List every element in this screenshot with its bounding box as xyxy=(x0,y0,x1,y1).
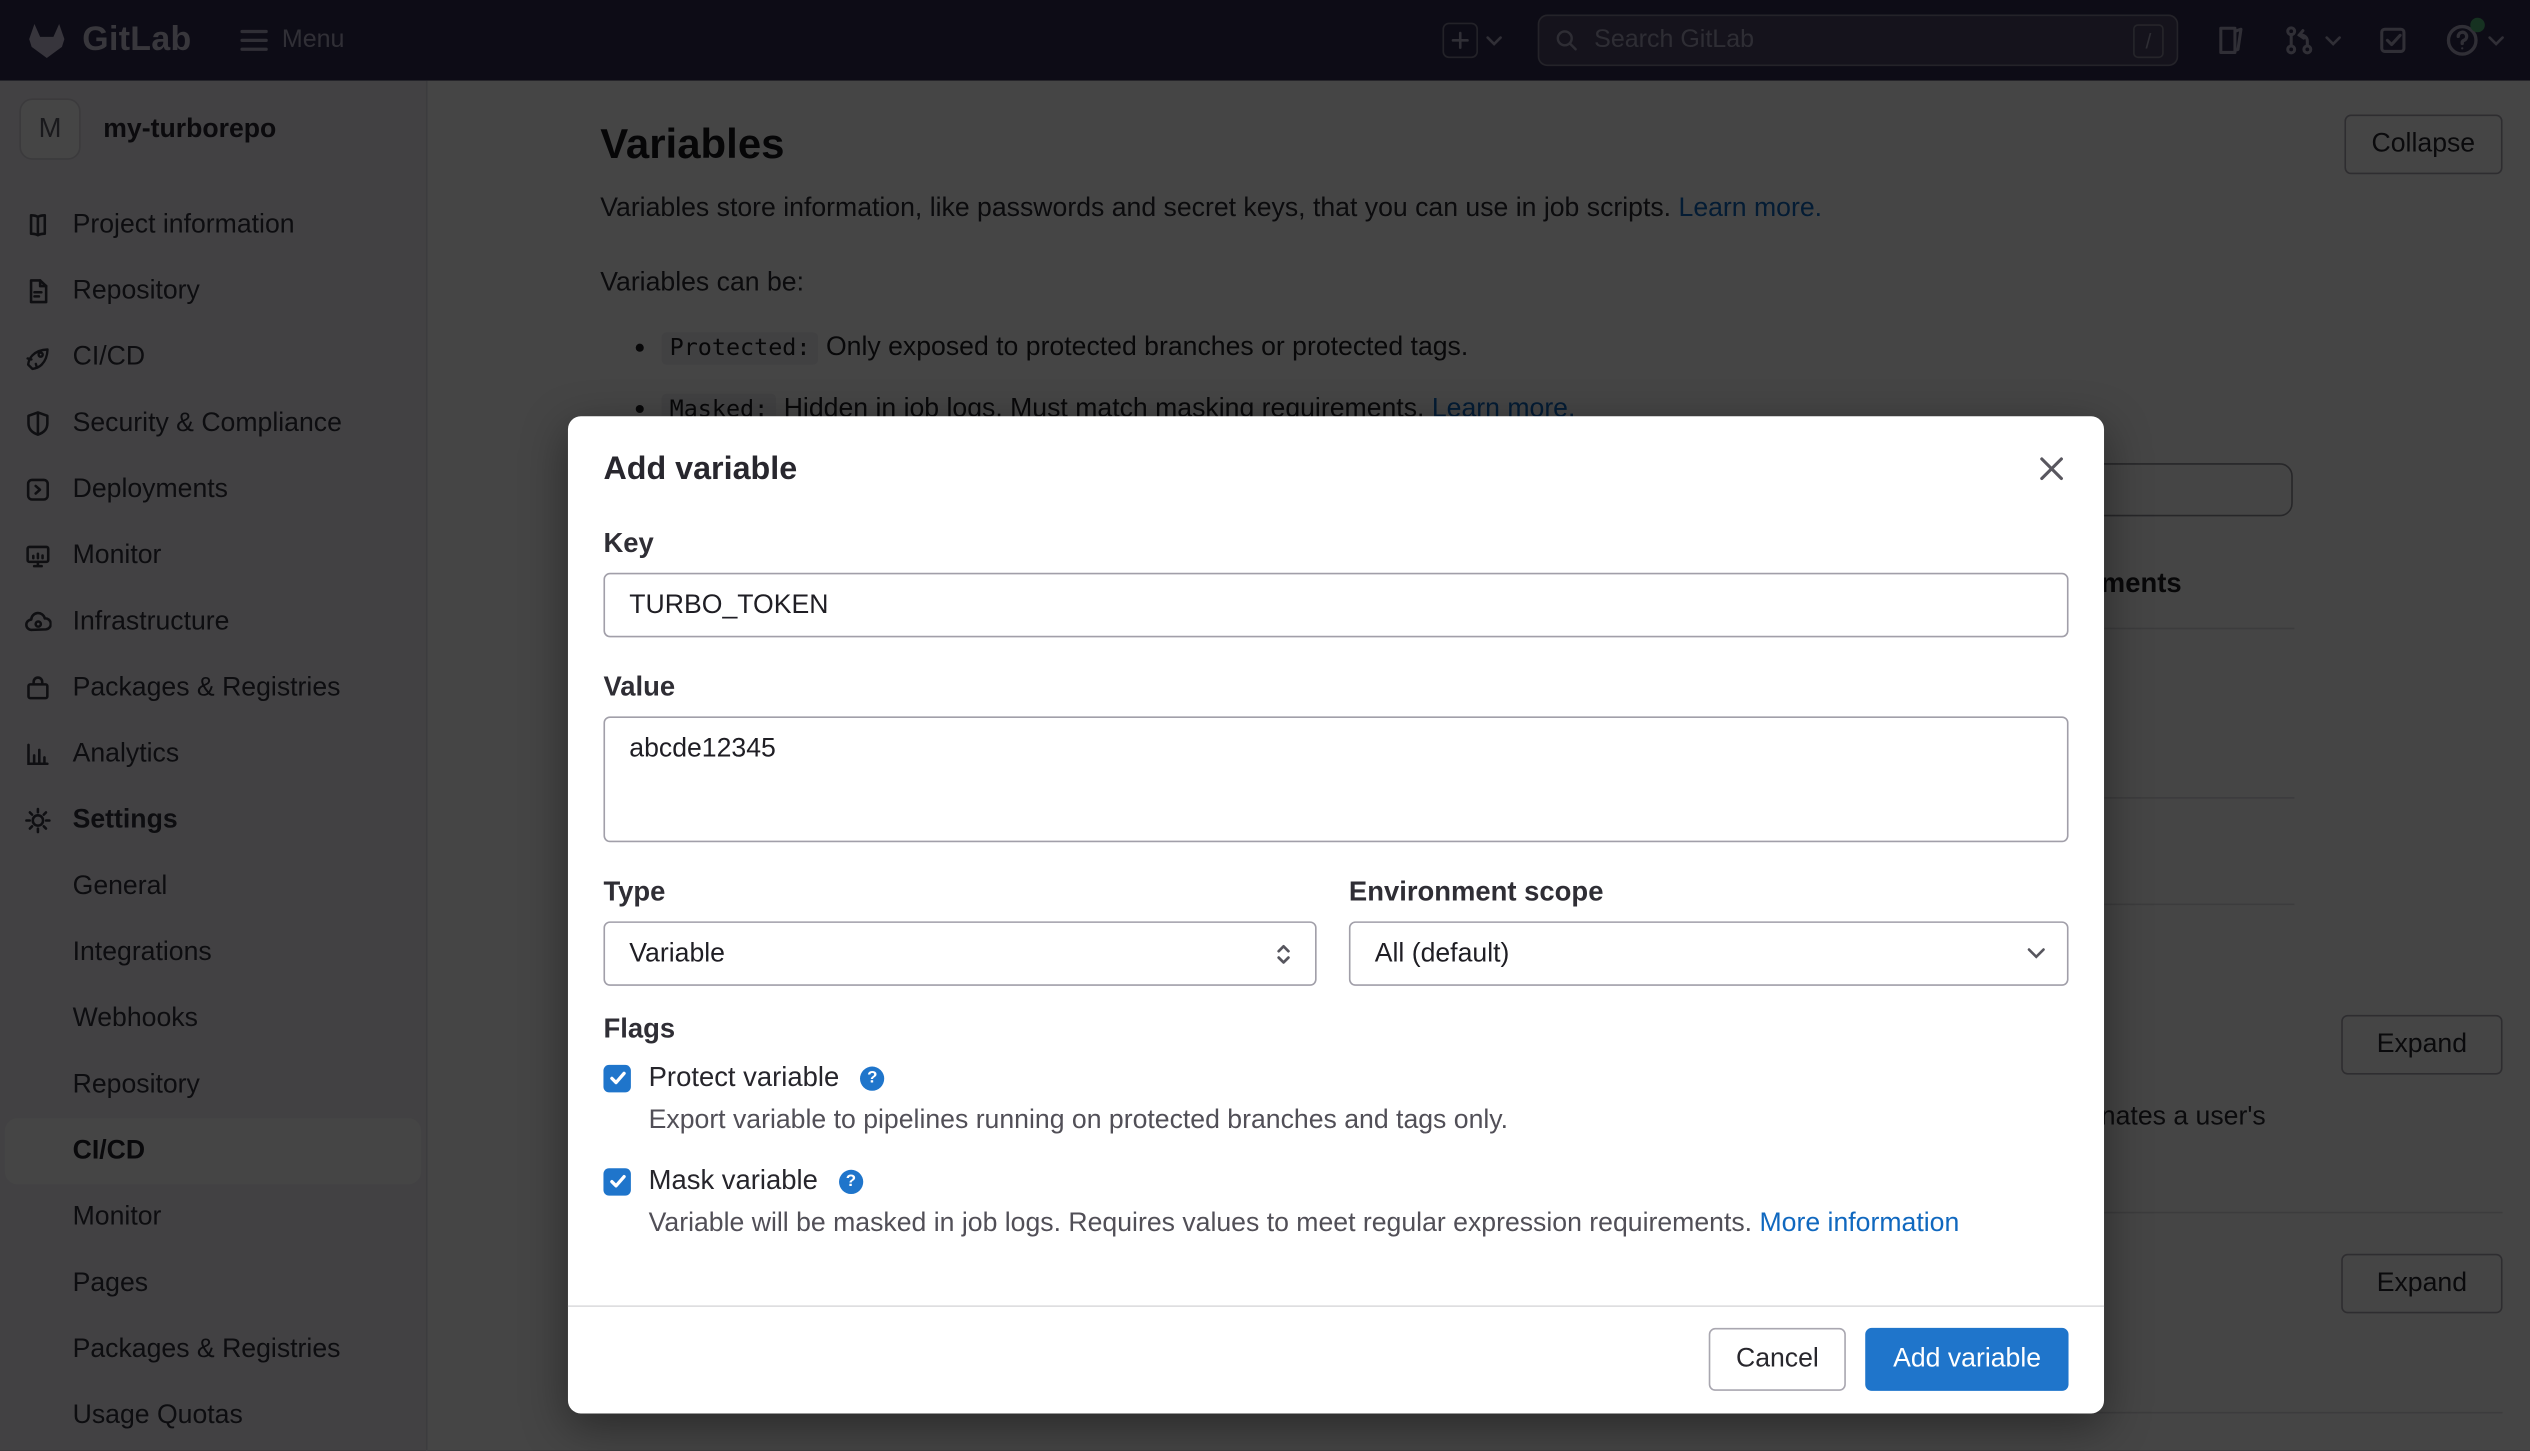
protect-variable-label: Protect variable xyxy=(649,1062,840,1094)
cancel-button[interactable]: Cancel xyxy=(1709,1328,1847,1391)
mask-help-text: Variable will be masked in job logs. Req… xyxy=(649,1209,1752,1238)
type-value: Variable xyxy=(629,938,725,969)
environment-scope-label: Environment scope xyxy=(1349,876,2069,908)
type-select[interactable]: Variable xyxy=(603,921,1316,986)
key-label: Key xyxy=(603,528,2068,560)
value-input[interactable]: abcde12345 xyxy=(603,716,2068,842)
check-icon xyxy=(607,1068,626,1087)
gitlab-app: GitLab Menu xyxy=(0,0,2530,1451)
mask-help-icon[interactable]: ? xyxy=(839,1169,863,1193)
protect-variable-help: Export variable to pipelines running on … xyxy=(649,1100,1991,1140)
modal-title: Add variable xyxy=(603,452,797,489)
mask-variable-help: Variable will be masked in job logs. Req… xyxy=(649,1204,1991,1244)
flags-label: Flags xyxy=(603,1013,2068,1045)
chevron-down-icon xyxy=(2027,947,2046,960)
mask-variable-label: Mask variable xyxy=(649,1165,818,1197)
more-information-link[interactable]: More information xyxy=(1759,1209,1959,1238)
mask-variable-checkbox[interactable] xyxy=(603,1167,630,1194)
key-input[interactable] xyxy=(603,573,2068,638)
stepper-icon xyxy=(1273,941,1294,965)
type-label: Type xyxy=(603,876,1316,908)
add-variable-button[interactable]: Add variable xyxy=(1866,1328,2069,1391)
environment-scope-select[interactable]: All (default) xyxy=(1349,921,2069,986)
protect-variable-checkbox[interactable] xyxy=(603,1064,630,1091)
add-variable-modal: Add variable Key Value abcde12345 Type V… xyxy=(568,416,2104,1413)
modal-footer: Cancel Add variable xyxy=(568,1305,2104,1413)
close-icon[interactable] xyxy=(2035,452,2069,486)
value-label: Value xyxy=(603,671,2068,703)
environment-scope-value: All (default) xyxy=(1375,938,1510,969)
check-icon xyxy=(607,1171,626,1190)
protect-help-icon[interactable]: ? xyxy=(860,1066,884,1090)
